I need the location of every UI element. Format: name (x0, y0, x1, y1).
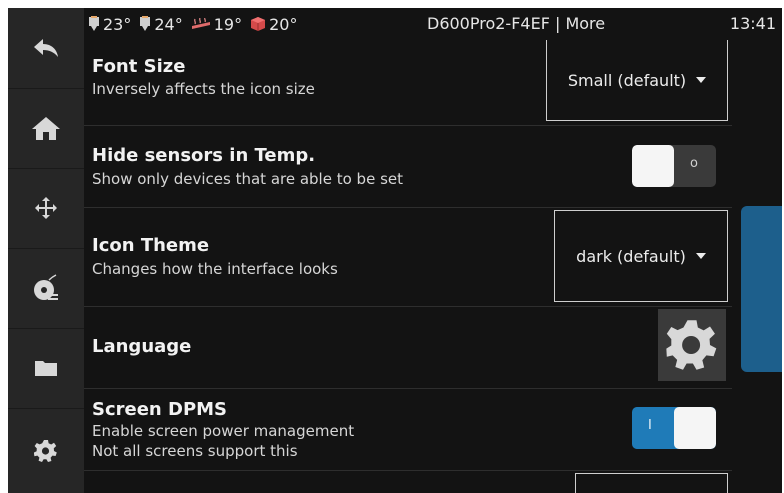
top-bar: 23° 24° 19° 20° D600Pro2-F4EF | More 13:… (84, 8, 782, 40)
extruder-temp[interactable]: 23° (88, 15, 131, 34)
chamber-cube-icon (251, 17, 266, 31)
chamber-temp-value: 20° (269, 14, 298, 34)
folder-icon (35, 361, 57, 376)
home-icon (32, 117, 60, 140)
icon-theme-selected-value: dark (default) (576, 246, 686, 266)
setting-title: Icon Theme (92, 235, 210, 256)
home-button[interactable] (8, 88, 84, 169)
gear-icon (666, 320, 717, 370)
files-button[interactable] (8, 328, 84, 409)
icon-theme-dropdown[interactable]: dark (default) (554, 210, 728, 302)
setting-description: Show only devices that are able to be se… (92, 170, 403, 188)
toggle-off-mark: o (690, 156, 698, 171)
back-button[interactable] (8, 8, 84, 89)
chamber-temp[interactable]: 20° (250, 15, 297, 34)
setting-row-next-partial (84, 471, 732, 493)
setting-description: Changes how the interface looks (92, 260, 338, 278)
scrollbar-thumb[interactable] (741, 206, 782, 372)
extruder-temp-value: 23° (103, 14, 132, 34)
filament-button[interactable] (8, 248, 84, 329)
hide-sensors-toggle[interactable]: o (632, 145, 716, 187)
filament-spool-icon (34, 274, 58, 300)
klipperscreen-window: 23° 24° 19° 20° D600Pro2-F4EF | More 13:… (8, 8, 782, 493)
chevron-down-icon (696, 77, 707, 83)
extruder1-temp-value: 24° (154, 14, 183, 34)
setting-description-note: Not all screens support this (92, 442, 298, 460)
clock: 13:41 (729, 14, 776, 33)
setting-row-screen-dpms: Screen DPMS Enable screen power manageme… (84, 389, 732, 471)
font-size-selected-value: Small (default) (567, 70, 687, 90)
toggle-knob (632, 145, 674, 187)
settings-gear-icon (34, 439, 57, 462)
setting-row-language: Language (84, 307, 732, 389)
setting-title: Language (92, 336, 192, 357)
font-size-dropdown[interactable]: Small (default) (546, 40, 728, 121)
setting-title: Font Size (92, 56, 186, 77)
bed-temp[interactable]: 19° (191, 15, 242, 34)
extruder-icon (89, 16, 99, 31)
setting-description: Inversely affects the icon size (92, 80, 315, 98)
toggle-knob (674, 407, 716, 449)
toggle-on-mark: I (648, 418, 652, 433)
extruder1-temp[interactable]: 24° (139, 14, 183, 34)
language-settings-button[interactable] (658, 309, 726, 381)
screen-dpms-toggle[interactable]: I (632, 407, 716, 449)
next-setting-dropdown[interactable] (575, 473, 728, 493)
sidebar (8, 8, 84, 493)
screen-title: D600Pro2-F4EF | More (427, 14, 606, 33)
setting-description: Enable screen power management (92, 422, 355, 440)
setting-title: Hide sensors in Temp. (92, 145, 316, 166)
move-arrows-icon (35, 197, 57, 219)
setting-row-hide-sensors: Hide sensors in Temp. Show only devices … (84, 126, 732, 208)
move-button[interactable] (8, 168, 84, 249)
bed-temp-value: 19° (213, 14, 243, 34)
back-arrow-icon (34, 39, 58, 57)
setting-row-font-size: Font Size Inversely affects the icon siz… (84, 40, 732, 126)
heated-bed-icon (191, 18, 210, 29)
settings-button[interactable] (8, 408, 84, 493)
temperature-readouts: 23° 24° 19° 20° (84, 15, 305, 34)
setting-title: Screen DPMS (92, 399, 228, 420)
extruder-icon (140, 16, 151, 31)
chevron-down-icon (695, 253, 706, 259)
setting-row-icon-theme: Icon Theme Changes how the interface loo… (84, 208, 732, 307)
